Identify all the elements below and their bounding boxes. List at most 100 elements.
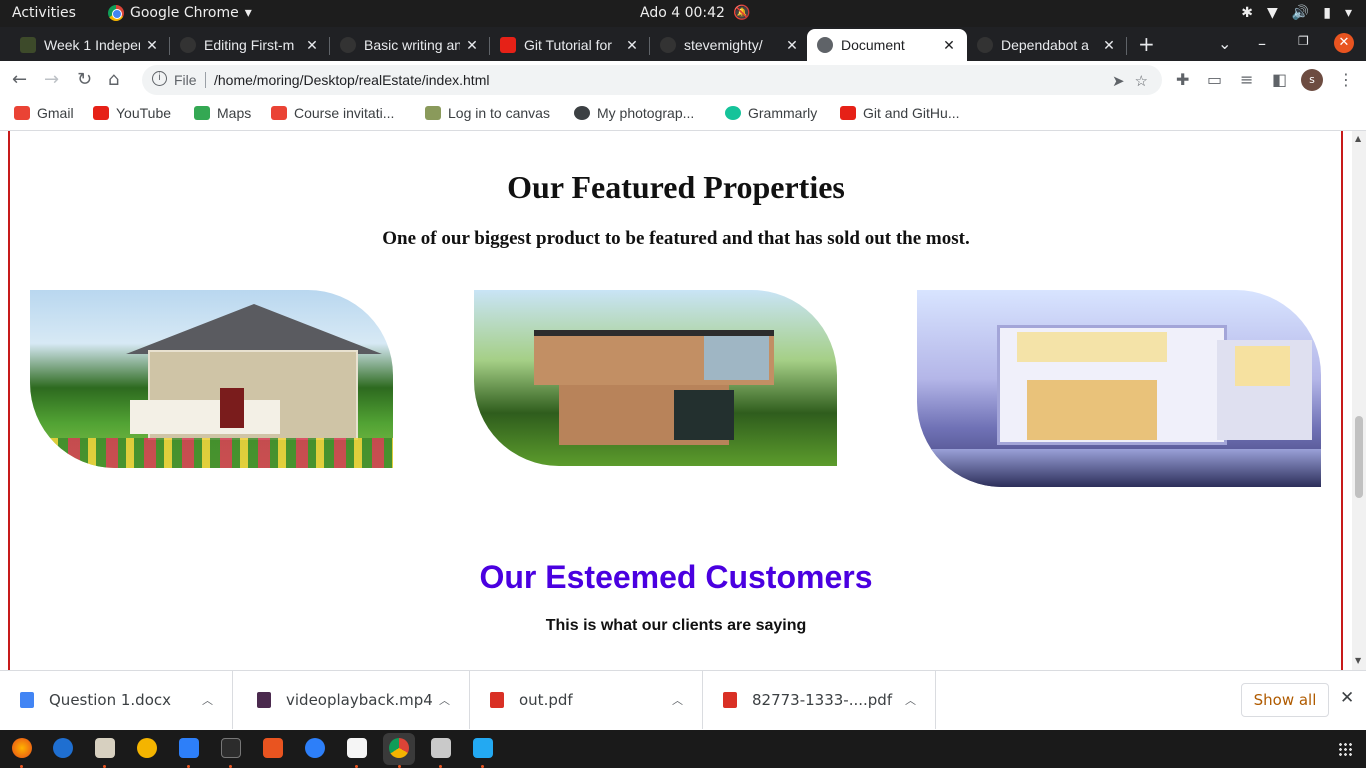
help-icon[interactable]: [305, 738, 325, 758]
close-tab-icon[interactable]: ✕: [784, 37, 800, 54]
download-item[interactable]: 82773-1333-....pdf ︿: [703, 671, 936, 729]
volume-icon: 🔊: [1291, 5, 1310, 21]
battery-icon: ▮: [1323, 5, 1331, 21]
bookmark-git-github[interactable]: Git and GitHu...: [840, 105, 959, 121]
media-queue-icon[interactable]: ≡: [1240, 70, 1253, 89]
chevron-up-icon[interactable]: ︿: [439, 692, 469, 708]
chevron-up-icon[interactable]: ︿: [905, 692, 935, 708]
youtube-icon: [500, 37, 516, 53]
files-icon[interactable]: [95, 738, 115, 758]
tab-git-tutorial[interactable]: Git Tutorial for ✕: [490, 29, 650, 61]
download-item[interactable]: out.pdf ︿: [470, 671, 703, 729]
browser-toolbar: ← → ↻ ⌂ i File /home/moring/Desktop/real…: [0, 61, 1366, 99]
property-image-victorian-house: [30, 290, 393, 468]
video-file-icon: [257, 692, 271, 708]
back-button[interactable]: ←: [12, 69, 27, 90]
tab-strip: Week 1 Independent ✕ Editing First-m ✕ B…: [0, 27, 1366, 61]
app-name: Google Chrome: [130, 5, 239, 21]
maps-icon: [194, 106, 210, 120]
canvas-icon: [425, 106, 441, 120]
profile-avatar[interactable]: s: [1301, 69, 1323, 91]
close-downloads-icon[interactable]: ✕: [1340, 688, 1354, 708]
cast-icon[interactable]: ▭: [1207, 70, 1222, 89]
menu-icon[interactable]: ⋮: [1338, 70, 1354, 89]
bookmark-gmail[interactable]: Gmail: [14, 105, 74, 121]
libreoffice-writer-icon[interactable]: [179, 738, 199, 758]
window-close-button[interactable]: ✕: [1334, 33, 1354, 53]
chevron-up-icon[interactable]: ︿: [202, 692, 232, 708]
send-icon[interactable]: ➤: [1112, 72, 1125, 90]
docx-file-icon: [20, 692, 34, 708]
star-icon[interactable]: ☆: [1135, 72, 1148, 90]
side-panel-icon[interactable]: ◧: [1272, 70, 1287, 89]
download-item[interactable]: videoplayback.mp4 ︿: [237, 671, 470, 729]
new-tab-button[interactable]: +: [1138, 32, 1155, 56]
chrome-icon[interactable]: [389, 738, 409, 758]
bookmark-canvas[interactable]: Log in to canvas: [425, 105, 550, 121]
chevron-up-icon[interactable]: ︿: [672, 692, 702, 708]
url-text[interactable]: /home/moring/Desktop/realEstate/index.ht…: [214, 72, 489, 88]
chrome-icon: [108, 5, 124, 21]
github-icon: [180, 37, 196, 53]
pdf-file-icon: [490, 692, 504, 708]
slack-icon[interactable]: ✱: [1241, 5, 1253, 21]
taskbar-dock: [0, 730, 1366, 768]
minimize-button[interactable]: –: [1258, 34, 1266, 53]
home-button[interactable]: ⌂: [108, 69, 119, 90]
document-viewer-icon[interactable]: [431, 738, 451, 758]
firefox-icon[interactable]: [12, 738, 32, 758]
page-scrollbar[interactable]: ▲ ▼: [1352, 131, 1366, 670]
info-icon[interactable]: i: [152, 71, 167, 86]
youtube-icon: [840, 106, 856, 120]
scroll-up-arrow-icon[interactable]: ▲: [1355, 134, 1361, 143]
tab-document[interactable]: Document ✕: [807, 29, 967, 61]
featured-properties-heading: Our Featured Properties: [507, 169, 845, 205]
reload-button[interactable]: ↻: [77, 69, 92, 90]
scrollbar-thumb[interactable]: [1355, 416, 1363, 498]
close-tab-icon[interactable]: ✕: [304, 37, 320, 54]
bookmark-course-invitation[interactable]: Course invitati...: [271, 105, 394, 121]
app-menu[interactable]: Google Chrome ▾: [108, 5, 252, 21]
downloads-bar: Question 1.docx ︿ videoplayback.mp4 ︿ ou…: [0, 670, 1366, 730]
show-all-downloads-button[interactable]: Show all: [1241, 683, 1329, 717]
property-image-modern-wood-house: [474, 290, 837, 466]
software-store-icon[interactable]: [263, 738, 283, 758]
wifi-icon: ▼: [1267, 5, 1278, 21]
restore-button[interactable]: ❐: [1298, 34, 1309, 48]
rhythmbox-icon[interactable]: [137, 738, 157, 758]
tab-week1[interactable]: Week 1 Independent ✕: [10, 29, 170, 61]
clock[interactable]: Ado 4 00:42 🔕: [640, 5, 750, 21]
extensions-icon[interactable]: ✚: [1176, 70, 1189, 89]
bookmark-grammarly[interactable]: Grammarly: [725, 105, 817, 121]
scheme-label: File: [174, 72, 197, 88]
close-tab-icon[interactable]: ✕: [464, 37, 480, 54]
activities-button[interactable]: Activities: [12, 5, 76, 21]
scroll-down-arrow-icon[interactable]: ▼: [1355, 656, 1361, 665]
close-tab-icon[interactable]: ✕: [941, 37, 957, 54]
tab-stevemighty[interactable]: stevemighty/ ✕: [650, 29, 810, 61]
bookmark-maps[interactable]: Maps: [194, 105, 251, 121]
tab-basic-writing[interactable]: Basic writing and ✕: [330, 29, 490, 61]
thunderbird-icon[interactable]: [53, 738, 73, 758]
close-tab-icon[interactable]: ✕: [624, 37, 640, 54]
tab-editing[interactable]: Editing First-m ✕: [170, 29, 330, 61]
forward-button[interactable]: →: [44, 69, 59, 90]
system-top-bar: Activities Google Chrome ▾ Ado 4 00:42 🔕…: [0, 0, 1366, 27]
download-item[interactable]: Question 1.docx ︿: [0, 671, 233, 729]
vscode-icon[interactable]: [473, 738, 493, 758]
property-image-modern-villa: [917, 290, 1321, 487]
close-tab-icon[interactable]: ✕: [144, 37, 160, 54]
terminal-icon[interactable]: [221, 738, 241, 758]
close-tab-icon[interactable]: ✕: [1101, 37, 1117, 54]
caret-down-icon: ▾: [1344, 5, 1352, 21]
text-editor-icon[interactable]: [347, 738, 367, 758]
bookmark-photography[interactable]: My photograp...: [574, 105, 694, 121]
bookmarks-bar: Gmail YouTube Maps Course invitati... Lo…: [0, 99, 1366, 131]
show-applications-icon[interactable]: [1338, 742, 1352, 756]
bookmark-youtube[interactable]: YouTube: [93, 105, 171, 121]
address-bar[interactable]: i File /home/moring/Desktop/realEstate/i…: [142, 65, 1162, 95]
tab-search-button[interactable]: ⌄: [1218, 34, 1231, 53]
youtube-icon: [93, 106, 109, 120]
tab-dependabot[interactable]: Dependabot a ✕: [967, 29, 1127, 61]
system-tray[interactable]: ✱ ▼ 🔊 ▮ ▾: [1241, 5, 1352, 21]
